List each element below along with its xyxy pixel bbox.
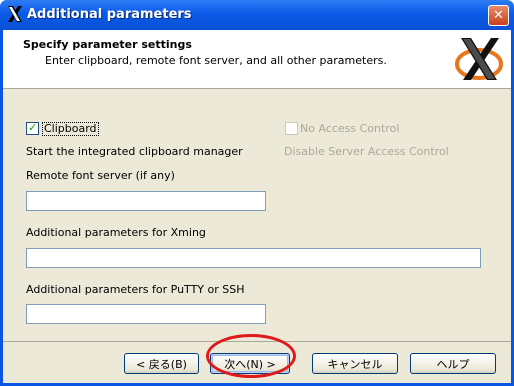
clipboard-description: Start the integrated clipboard manager [26,145,243,158]
xming-logo-icon [8,6,22,22]
remote-font-server-input[interactable] [26,191,266,211]
cancel-button[interactable]: キャンセル [312,353,398,374]
page-title: Specify parameter settings [23,38,192,51]
putty-params-label: Additional parameters for PuTTY or SSH [26,283,245,296]
title-bar[interactable]: Additional parameters ✕ [0,0,514,30]
dialog-client: Specify parameter settings Enter clipboa… [3,30,511,383]
no-access-control-label: No Access Control [300,122,400,135]
close-button[interactable]: ✕ [488,5,509,26]
putty-params-input[interactable] [26,304,266,324]
close-icon: ✕ [493,8,504,23]
highlight-circle [206,334,296,378]
xming-params-input[interactable] [26,248,481,268]
back-button[interactable]: < 戻る(B) [124,353,199,374]
dialog-window: Additional parameters ✕ Specify paramete… [0,0,514,386]
clipboard-checkbox[interactable]: ✓ [26,121,39,135]
xming-params-label: Additional parameters for Xming [26,226,206,239]
remote-font-server-label: Remote font server (if any) [26,169,175,182]
wizard-header: Specify parameter settings Enter clipboa… [3,30,511,89]
no-access-control-checkbox[interactable] [285,122,298,135]
no-access-control-description: Disable Server Access Control [284,145,449,158]
page-subtitle: Enter clipboard, remote font server, and… [45,54,387,67]
window-title: Additional parameters [27,7,192,22]
clipboard-label[interactable]: Clipboard [42,122,99,136]
help-button[interactable]: ヘルプ [410,353,496,374]
xming-logo-icon [455,38,503,80]
checkmark-icon: ✓ [28,121,38,134]
